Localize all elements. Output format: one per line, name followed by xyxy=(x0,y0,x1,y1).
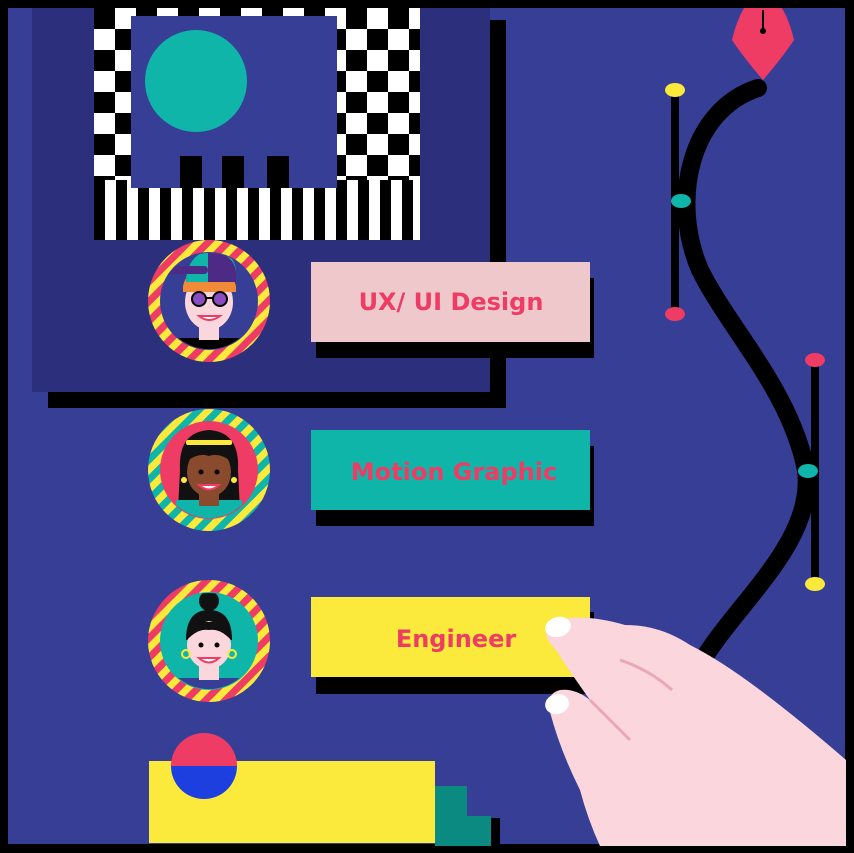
role-card-ux-ui[interactable]: UX/ UI Design xyxy=(311,262,594,358)
role-card-engineer[interactable]: Engineer xyxy=(311,597,594,694)
role-card-motion-graphic[interactable]: Motion Graphic xyxy=(311,430,594,526)
role-label: Engineer xyxy=(396,625,517,653)
avatar-hipster xyxy=(148,240,270,362)
avatar-woman-bangs xyxy=(148,409,270,531)
role-label: UX/ UI Design xyxy=(359,288,544,316)
checkerboard-artwork xyxy=(94,8,420,240)
role-label: Motion Graphic xyxy=(351,458,557,486)
scene: UX/ UI Design Motion Graphic Engineer xyxy=(8,8,846,848)
avatar-woman-bun xyxy=(148,580,270,702)
